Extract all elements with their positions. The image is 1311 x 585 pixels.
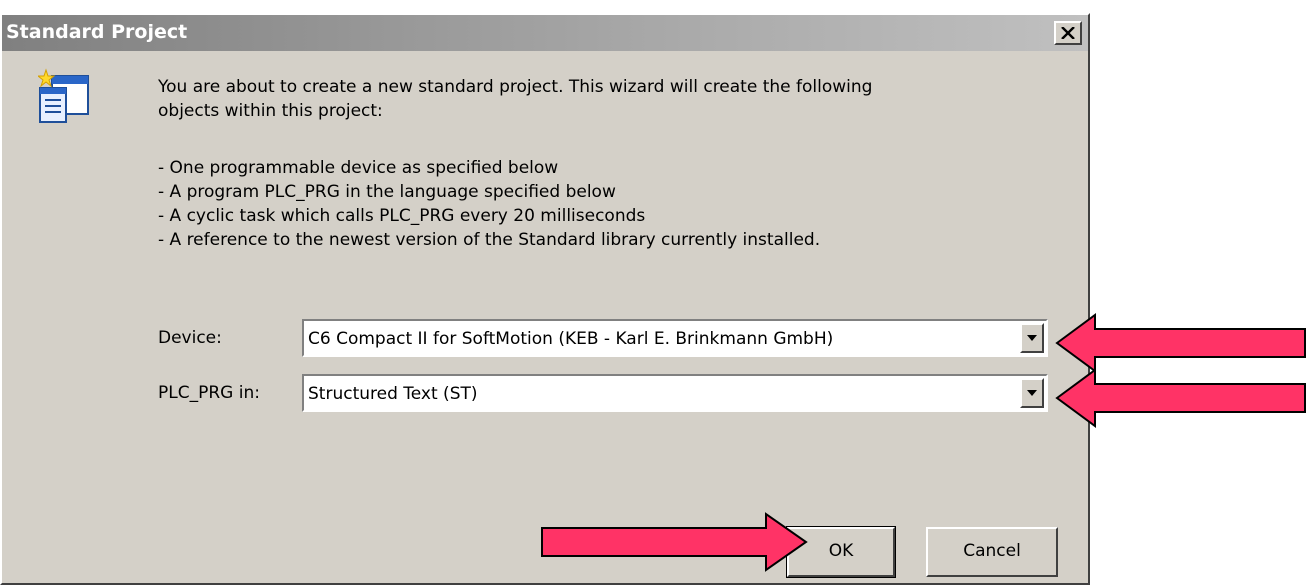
plc-prg-dropdown-button[interactable]	[1020, 378, 1044, 408]
bullet-program: - A program PLC_PRG in the language spec…	[158, 182, 616, 202]
plc-prg-select-value: Structured Text (ST)	[308, 384, 478, 404]
dialog-title: Standard Project	[6, 21, 188, 43]
title-bar[interactable]: Standard Project	[2, 15, 1088, 51]
plc-prg-language-select[interactable]: Structured Text (ST)	[302, 374, 1048, 412]
device-select[interactable]: C6 Compact II for SoftMotion (KEB - Karl…	[302, 319, 1048, 357]
standard-project-dialog: Standard Project You are about to create…	[0, 13, 1090, 585]
device-select-value: C6 Compact II for SoftMotion (KEB - Karl…	[308, 329, 834, 349]
red-arrow-icon	[1055, 313, 1306, 373]
close-icon	[1061, 27, 1075, 39]
device-dropdown-button[interactable]	[1020, 323, 1044, 353]
red-arrow-icon	[1055, 368, 1306, 428]
wizard-icon	[38, 68, 89, 123]
device-label: Device:	[158, 328, 222, 348]
cancel-button[interactable]: Cancel	[926, 527, 1058, 577]
bullet-task: - A cyclic task which calls PLC_PRG ever…	[158, 206, 646, 226]
chevron-down-icon	[1027, 390, 1037, 396]
close-button[interactable]	[1054, 21, 1082, 45]
intro-line-2: objects within this project:	[158, 101, 383, 121]
intro-line-1: You are about to create a new standard p…	[158, 77, 873, 97]
bullet-device: - One programmable device as specified b…	[158, 158, 559, 178]
chevron-down-icon	[1027, 335, 1037, 341]
bullet-library: - A reference to the newest version of t…	[158, 230, 821, 250]
plc-prg-label: PLC_PRG in:	[158, 383, 260, 403]
red-arrow-icon	[541, 512, 808, 572]
